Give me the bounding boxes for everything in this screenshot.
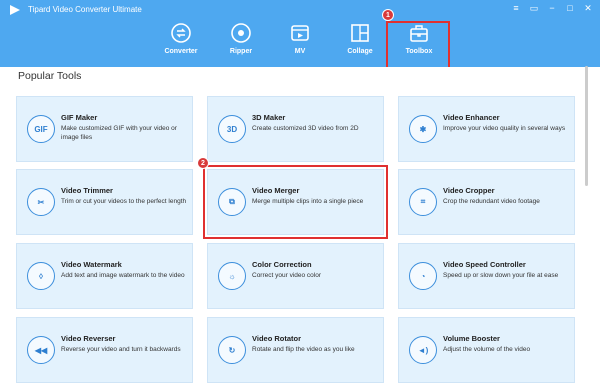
highlight-video-merger-box (203, 165, 388, 239)
tool-video-reverser[interactable]: ◀◀ Video Reverser Reverse your video and… (16, 317, 193, 383)
tool-name: Color Correction (252, 260, 312, 269)
title-bar: Tipard Video Converter Ultimate ≡ ▭ − □ … (0, 0, 600, 67)
converter-icon (171, 23, 191, 43)
sun-icon: ☼ (218, 262, 246, 290)
tab-mv[interactable]: MV (270, 22, 330, 62)
tool-desc: Create customized 3D video from 2D (252, 125, 359, 132)
tool-desc: Trim or cut your videos to the perfect l… (61, 198, 187, 205)
tab-ripper[interactable]: Ripper (211, 22, 271, 62)
tool-desc: Reverse your video and turn it backwards (61, 346, 181, 353)
step-badge-1: 1 (382, 9, 394, 21)
step-badge-2: 2 (197, 157, 209, 169)
app-logo-icon (10, 5, 20, 15)
tool-video-speed-controller[interactable]: ◔ Video Speed Controller Speed up or slo… (398, 243, 575, 309)
tool-video-watermark[interactable]: ◊ Video Watermark Add text and image wat… (16, 243, 193, 309)
tool-name: Video Cropper (443, 186, 495, 195)
chat-button[interactable]: ▭ (528, 2, 540, 14)
app-title: Tipard Video Converter Ultimate (28, 5, 142, 14)
tab-converter[interactable]: Converter (151, 22, 211, 62)
tab-ripper-label: Ripper (229, 48, 253, 55)
tool-name: Volume Booster (443, 334, 500, 343)
scrollbar[interactable] (585, 66, 588, 186)
tool-desc: Improve your video quality in several wa… (443, 125, 566, 132)
tool-3d-maker[interactable]: 3D 3D Maker Create customized 3D video f… (207, 96, 384, 162)
3d-icon: 3D (218, 115, 246, 143)
speaker-icon: ◄) (409, 336, 437, 364)
palette-icon: ✱ (409, 115, 437, 143)
tool-name: Video Trimmer (61, 186, 113, 195)
tool-video-cropper[interactable]: ⌗ Video Cropper Crop the redundant video… (398, 169, 575, 235)
droplet-icon: ◊ (27, 262, 55, 290)
tool-name: Video Enhancer (443, 113, 500, 122)
minimize-button[interactable]: − (546, 2, 558, 14)
tool-gif-maker[interactable]: GIF GIF Maker Make customized GIF with y… (16, 96, 193, 162)
ripper-icon (231, 23, 251, 43)
tool-volume-booster[interactable]: ◄) Volume Booster Adjust the volume of t… (398, 317, 575, 383)
menu-button[interactable]: ≡ (510, 2, 522, 14)
tool-name: Video Watermark (61, 260, 122, 269)
tool-desc: Make customized GIF with your video or i… (61, 125, 177, 141)
tool-name: Video Speed Controller (443, 260, 526, 269)
rewind-icon: ◀◀ (27, 336, 55, 364)
tool-desc: Add text and image watermark to the vide… (61, 272, 185, 279)
rotate-icon: ↻ (218, 336, 246, 364)
tool-desc: Correct your video color (252, 272, 321, 279)
tool-desc: Crop the redundant video footage (443, 198, 540, 205)
collage-icon (351, 24, 369, 42)
tab-converter-label: Converter (164, 48, 198, 55)
tool-desc: Rotate and flip the video as you like (252, 346, 355, 353)
mv-icon (291, 25, 309, 41)
gif-icon: GIF (27, 115, 55, 143)
close-button[interactable]: ✕ (582, 2, 594, 14)
highlight-toolbox-box (386, 21, 450, 69)
tool-color-correction[interactable]: ☼ Color Correction Correct your video co… (207, 243, 384, 309)
tab-collage-label: Collage (347, 48, 373, 55)
section-title: Popular Tools (18, 70, 82, 82)
window-controls: ≡ ▭ − □ ✕ (510, 2, 594, 14)
tool-desc: Adjust the volume of the video (443, 346, 531, 353)
scissors-icon: ✂ (27, 188, 55, 216)
tab-collage[interactable]: Collage (330, 22, 390, 62)
tab-mv-label: MV (294, 48, 306, 55)
maximize-button[interactable]: □ (564, 2, 576, 14)
tool-video-enhancer[interactable]: ✱ Video Enhancer Improve your video qual… (398, 96, 575, 162)
tool-video-rotator[interactable]: ↻ Video Rotator Rotate and flip the vide… (207, 317, 384, 383)
speedometer-icon: ◔ (409, 262, 437, 290)
tool-name: Video Reverser (61, 334, 116, 343)
tool-name: Video Rotator (252, 334, 302, 343)
tool-video-trimmer[interactable]: ✂ Video Trimmer Trim or cut your videos … (16, 169, 193, 235)
tool-name: 3D Maker (252, 113, 286, 122)
tool-desc: Speed up or slow down your file at ease (443, 272, 559, 279)
crop-icon: ⌗ (409, 188, 437, 216)
tool-name: GIF Maker (61, 113, 98, 122)
